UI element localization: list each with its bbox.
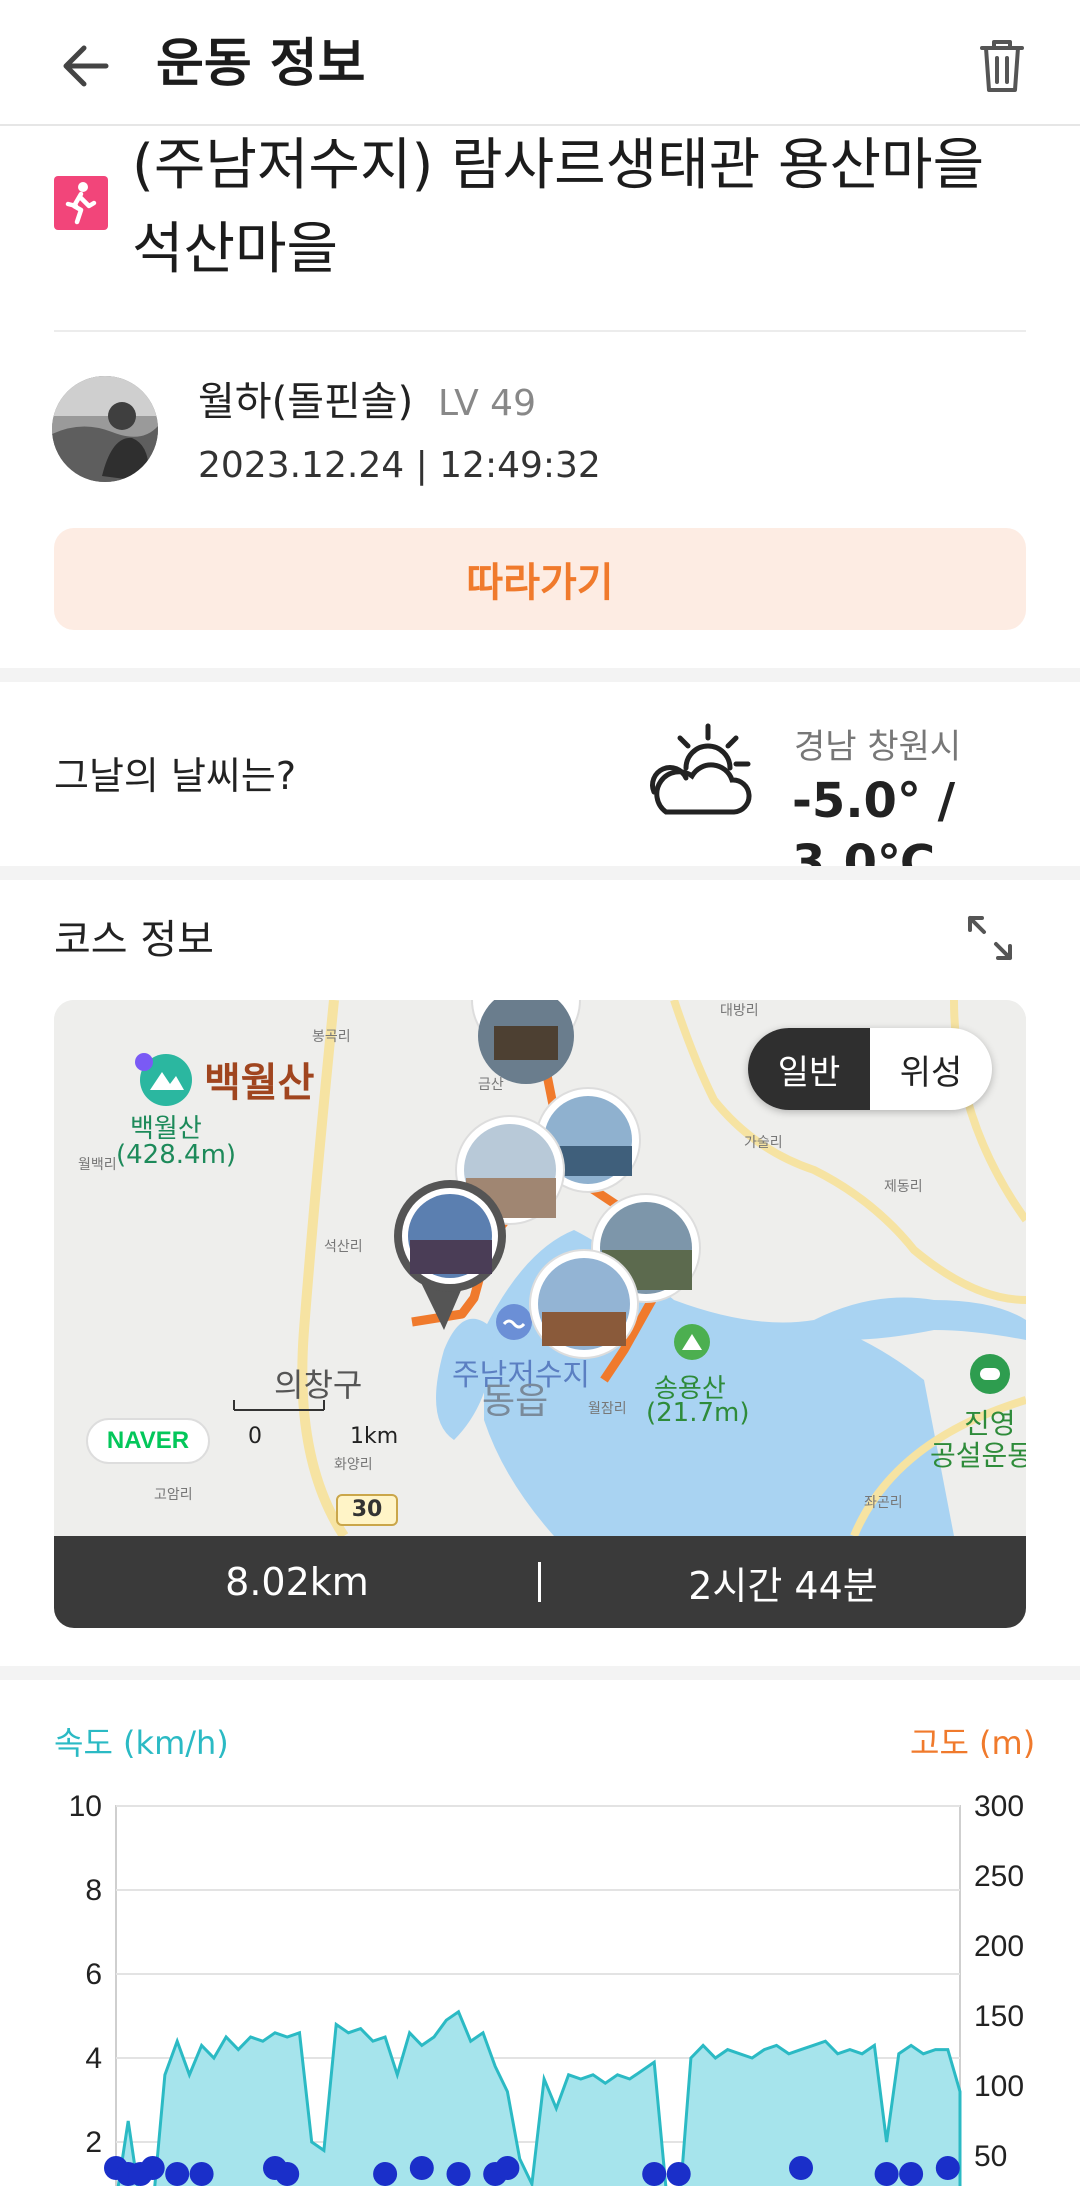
expand-icon: [968, 916, 1012, 960]
chart-marker: [409, 2156, 434, 2180]
legend-speed: 속도 (km/h): [54, 1724, 229, 1762]
chart-marker: [642, 2162, 667, 2186]
map-label-village: 좌곤리: [864, 1495, 903, 1511]
map-label-village: 대방리: [720, 1003, 759, 1019]
map-label-village: 봉곡리: [312, 1029, 351, 1045]
naver-logo: NAVER: [86, 1418, 210, 1464]
course-stats-bar: 8.02km 2시간 44분: [54, 1536, 1026, 1628]
y-right-tick: 150: [974, 2000, 1024, 2033]
avatar[interactable]: [52, 376, 158, 482]
y-left-tick: 8: [85, 1874, 102, 1907]
map-label-songyong-height: (21.7m): [646, 1398, 750, 1428]
map-scale-start: 0: [248, 1424, 262, 1449]
map-label-village: 가술리: [744, 1135, 783, 1151]
chart-marker: [189, 2162, 214, 2186]
walking-icon: [54, 176, 108, 230]
chart-marker: [935, 2156, 960, 2180]
road-number-badge: 30: [336, 1494, 398, 1526]
chart-marker: [446, 2162, 471, 2186]
user-level: LV 49: [438, 383, 536, 424]
chart-marker: [899, 2162, 924, 2186]
map-label-village: 화양리: [334, 1457, 373, 1473]
chart-marker: [874, 2162, 899, 2186]
map-label-town: 동읍: [482, 1381, 549, 1422]
chart-marker: [373, 2162, 398, 2186]
course-duration: 2시간 44분: [688, 1563, 878, 1608]
section-separator: [0, 668, 1080, 682]
map-label-village: 월잠리: [588, 1401, 627, 1417]
map-label-village: 석산리: [324, 1239, 363, 1255]
expand-map-button[interactable]: [964, 912, 1016, 964]
activity-datetime: 2023.12.24 | 12:49:32: [198, 445, 601, 486]
trash-icon: [980, 40, 1024, 92]
weather-region: 경남 창원시: [794, 727, 962, 767]
y-right-tick: 250: [974, 1860, 1024, 1893]
y-left-tick: 2: [85, 2126, 102, 2159]
section-separator: [0, 866, 1080, 880]
course-title: 코스 정보: [54, 917, 214, 963]
chart-marker: [666, 2162, 691, 2186]
map-scale-end: 1km: [350, 1424, 399, 1449]
section-separator: [0, 1666, 1080, 1680]
partly-cloudy-icon: [646, 720, 756, 830]
chart-marker: [495, 2156, 520, 2180]
y-right-tick: 300: [974, 1790, 1024, 1823]
y-right-tick: 100: [974, 2070, 1024, 2103]
map-label-village: 제동리: [884, 1179, 923, 1195]
y-right-tick: 200: [974, 1930, 1024, 1963]
delete-button[interactable]: [968, 32, 1036, 100]
y-right-tick: 50: [974, 2140, 1007, 2173]
y-left-tick: 4: [85, 2042, 102, 2075]
user-name[interactable]: 월하(돌핀솔): [198, 374, 413, 430]
arrow-left-icon: [63, 45, 109, 87]
course-map[interactable]: 백월산 백월산 (428.4m) 의창구 주남저수지 동읍 송용산 (21.7m…: [54, 1000, 1026, 1536]
chart-marker: [275, 2162, 300, 2186]
map-label-mountain: 백월산: [204, 1060, 315, 1106]
chart-marker: [140, 2156, 165, 2180]
chart-marker: [789, 2156, 813, 2180]
map-view-toggle: 일반 위성: [748, 1028, 992, 1110]
weather-question: 그날의 날씨는?: [54, 754, 297, 798]
course-distance: 8.02km: [225, 1560, 369, 1604]
map-label-mountain-height: (428.4m): [116, 1140, 237, 1170]
chart-marker: [165, 2162, 190, 2186]
map-view-satellite[interactable]: 위성: [870, 1028, 992, 1110]
divider: [54, 330, 1026, 332]
back-button[interactable]: [54, 34, 118, 98]
map-label-village: 월백리: [78, 1157, 117, 1173]
map-label-stadium: 공설운동: [930, 1439, 1026, 1472]
page-title: 운동 정보: [156, 34, 366, 94]
map-label-village: 고암리: [154, 1487, 193, 1503]
y-left-tick: 6: [85, 1958, 102, 1991]
map-label-village: 금산: [478, 1077, 504, 1093]
y-left-tick: 10: [69, 1790, 102, 1823]
map-view-normal[interactable]: 일반: [748, 1028, 870, 1110]
top-app-bar: 운동 정보: [0, 0, 1080, 126]
legend-altitude: 고도 (m): [910, 1724, 1036, 1762]
speed-altitude-chart: 10 8 6 4 2 300 250 200 150 100 50: [69, 1790, 1024, 2186]
speed-area: [116, 2009, 962, 2186]
activity-title: (주남저수지) 람사르생태관 용산마을 석산마을: [132, 133, 985, 282]
map-label-district: 의창구: [274, 1366, 363, 1404]
follow-button[interactable]: 따라가기: [54, 528, 1026, 630]
